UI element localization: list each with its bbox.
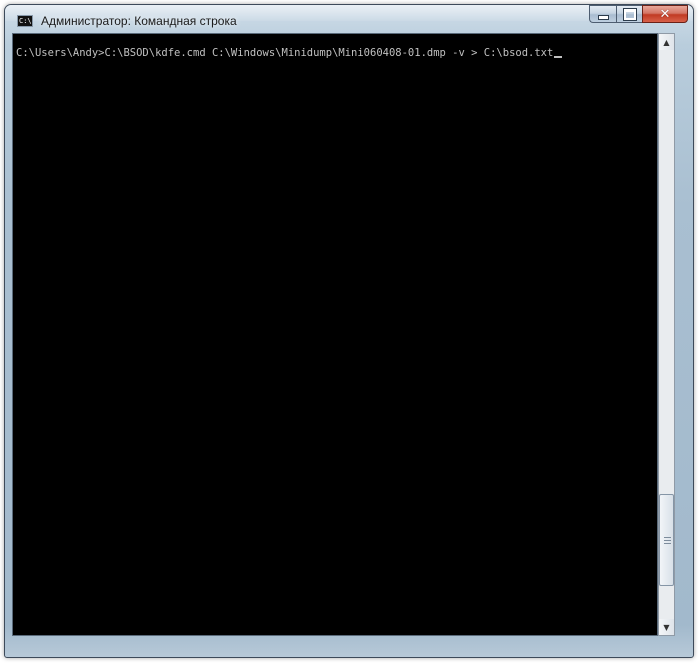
scrollbar-thumb[interactable] [659, 494, 674, 586]
title-bar[interactable]: C:\ Администратор: Командная строка ✕ [5, 5, 693, 35]
text-cursor [554, 56, 563, 58]
thumb-grip-line [664, 540, 671, 541]
maximize-button[interactable] [616, 5, 642, 23]
scrollbar-track[interactable] [659, 50, 674, 619]
minimize-icon [597, 14, 609, 20]
console-icon[interactable]: C:\ [17, 15, 33, 27]
command-line: C:\Users\Andy>C:\BSOD\kdfe.cmd C:\Window… [16, 47, 554, 59]
close-icon: ✕ [659, 6, 671, 22]
minimize-button[interactable] [589, 5, 616, 23]
scroll-down-button[interactable]: ▼ [659, 619, 674, 635]
thumb-grip-line [664, 537, 671, 538]
up-arrow-icon: ▲ [663, 37, 670, 47]
maximize-icon [622, 7, 637, 21]
thumb-grip-line [664, 543, 671, 544]
close-button[interactable]: ✕ [642, 5, 688, 23]
window-controls: ✕ [589, 5, 688, 25]
console-text: C:\Users\Andy>C:\BSOD\kdfe.cmd C:\Window… [16, 47, 656, 59]
window-title: Администратор: Командная строка [41, 14, 237, 28]
scroll-up-button[interactable]: ▲ [659, 34, 674, 50]
console-output-area[interactable]: C:\Users\Andy>C:\BSOD\kdfe.cmd C:\Window… [12, 33, 658, 636]
down-arrow-icon: ▼ [663, 622, 670, 632]
vertical-scrollbar[interactable]: ▲ ▼ [658, 33, 675, 636]
